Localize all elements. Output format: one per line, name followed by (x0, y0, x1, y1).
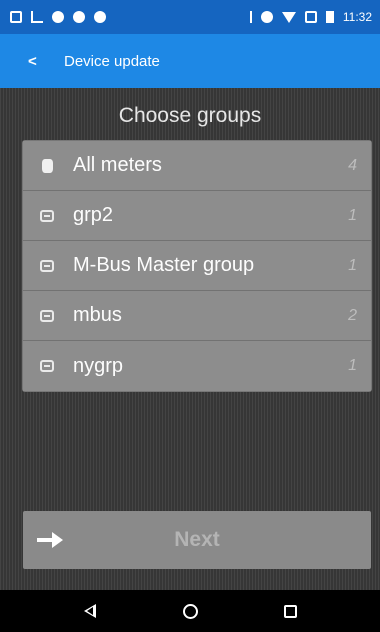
recents-icon (283, 604, 297, 618)
group-icon (37, 306, 57, 326)
group-name: nygrp (73, 354, 124, 377)
group-name: All meters (73, 154, 162, 176)
next-button[interactable]: Next (23, 511, 371, 569)
nav-recents-button[interactable] (270, 591, 310, 631)
location-icon (52, 11, 64, 23)
back-icon (84, 604, 96, 618)
group-count: 4 (348, 156, 357, 174)
group-row-mbus[interactable]: mbus 2 (23, 291, 371, 341)
next-button-label: Next (174, 528, 220, 551)
photo-icon (94, 11, 106, 23)
group-count: 1 (348, 256, 357, 274)
group-list: All meters 4 grp2 1 M-Bus Master group 1… (23, 141, 371, 391)
group-row-all-meters[interactable]: All meters 4 (23, 141, 371, 191)
main-content: Choose groups All meters 4 grp2 1 M-Bus … (0, 88, 380, 590)
group-name: M-Bus Master group (73, 254, 255, 276)
group-row-nygrp[interactable]: nygrp 1 (23, 341, 371, 391)
system-nav-bar (0, 590, 380, 632)
group-count: 1 (348, 206, 357, 224)
status-bar: 11:32 (0, 0, 380, 34)
group-name: mbus (73, 304, 122, 326)
status-left-icons (10, 11, 106, 23)
status-time: 11:32 (342, 10, 372, 24)
section-heading: Choose groups (118, 104, 262, 127)
notification-icon (10, 11, 22, 23)
group-count: 2 (348, 306, 357, 324)
battery-icon (325, 11, 334, 23)
group-name: grp2 (73, 204, 114, 226)
back-button[interactable]: < (28, 53, 48, 70)
app-bar: < Device update (0, 34, 380, 88)
home-icon (182, 603, 198, 619)
bluetooth-icon (244, 11, 252, 23)
group-row-grp2[interactable]: grp2 1 (23, 191, 371, 241)
status-right-icons: 11:32 (244, 10, 372, 24)
nav-back-button[interactable] (70, 591, 110, 631)
group-icon (37, 256, 57, 276)
usb-icon (31, 11, 43, 23)
photo-icon (73, 11, 85, 23)
group-icon (37, 356, 57, 376)
wifi-icon (281, 11, 296, 23)
group-icon (37, 206, 57, 226)
group-count: 1 (348, 357, 357, 374)
nav-home-button[interactable] (170, 591, 210, 631)
vibrate-icon (260, 11, 273, 23)
group-row-m-bus-master-group[interactable]: M-Bus Master group 1 (23, 241, 371, 291)
page-title: Device update (64, 52, 160, 70)
database-icon (37, 156, 57, 176)
no-sim-icon (304, 11, 317, 23)
